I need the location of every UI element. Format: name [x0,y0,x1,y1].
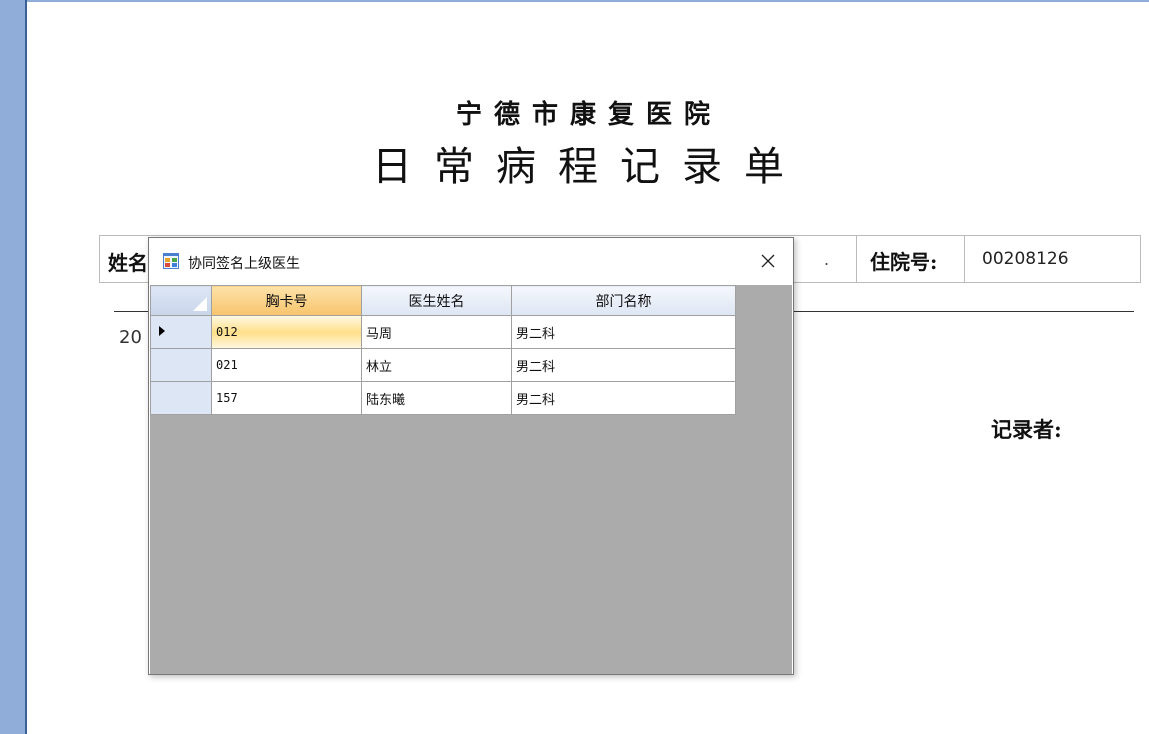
column-header-department[interactable]: 部门名称 [511,285,736,316]
form-window-icon [163,253,179,269]
table-row[interactable]: 021 林立 男二科 [150,348,736,382]
doctor-name-cell[interactable]: 林立 [361,348,512,382]
doctor-table: 胸卡号 医生姓名 部门名称 012 马周 男二科 021 林立 男二科 157 … [150,285,736,415]
form-title: 日常病程记录单 [372,144,806,190]
info-divider [856,236,857,282]
column-header-badge[interactable]: 胸卡号 [211,285,362,316]
doctor-grid[interactable]: 胸卡号 医生姓名 部门名称 012 马周 男二科 021 林立 男二科 157 … [150,285,792,674]
row-header[interactable] [150,348,212,382]
select-all-corner[interactable] [150,285,212,316]
row-header[interactable] [150,381,212,415]
badge-cell[interactable]: 157 [211,381,362,415]
badge-cell[interactable]: 012 [211,315,362,349]
recorder-label: 记录者: [991,417,1062,442]
close-button[interactable] [749,244,787,278]
record-date: 20 [119,327,142,348]
department-cell[interactable]: 男二科 [511,348,736,382]
current-row-arrow-icon [159,325,165,336]
name-field-trailing: . [824,250,830,269]
left-panel-rail [0,0,27,734]
admission-number: 00208126 [982,249,1069,269]
dialog-title: 协同签名上级医生 [188,256,300,272]
cosign-doctor-dialog: 协同签名上级医生 胸卡号 医生姓名 部门名称 012 马周 男二科 021 林立… [148,237,794,675]
department-cell[interactable]: 男二科 [511,381,736,415]
admission-label: 住院号: [870,250,938,274]
row-header[interactable] [150,315,212,349]
column-header-doctor-name[interactable]: 医生姓名 [361,285,512,316]
close-icon [761,254,775,268]
hospital-name: 宁德市康复医院 [455,100,722,130]
table-row[interactable]: 157 陆东曦 男二科 [150,381,736,415]
name-label: 姓名 [108,251,148,275]
table-row[interactable]: 012 马周 男二科 [150,315,736,349]
info-divider [964,236,965,282]
department-cell[interactable]: 男二科 [511,315,736,349]
doctor-name-cell[interactable]: 马周 [361,315,512,349]
badge-cell[interactable]: 021 [211,348,362,382]
doctor-name-cell[interactable]: 陆东曦 [361,381,512,415]
dialog-titlebar[interactable]: 协同签名上级医生 [149,238,793,285]
